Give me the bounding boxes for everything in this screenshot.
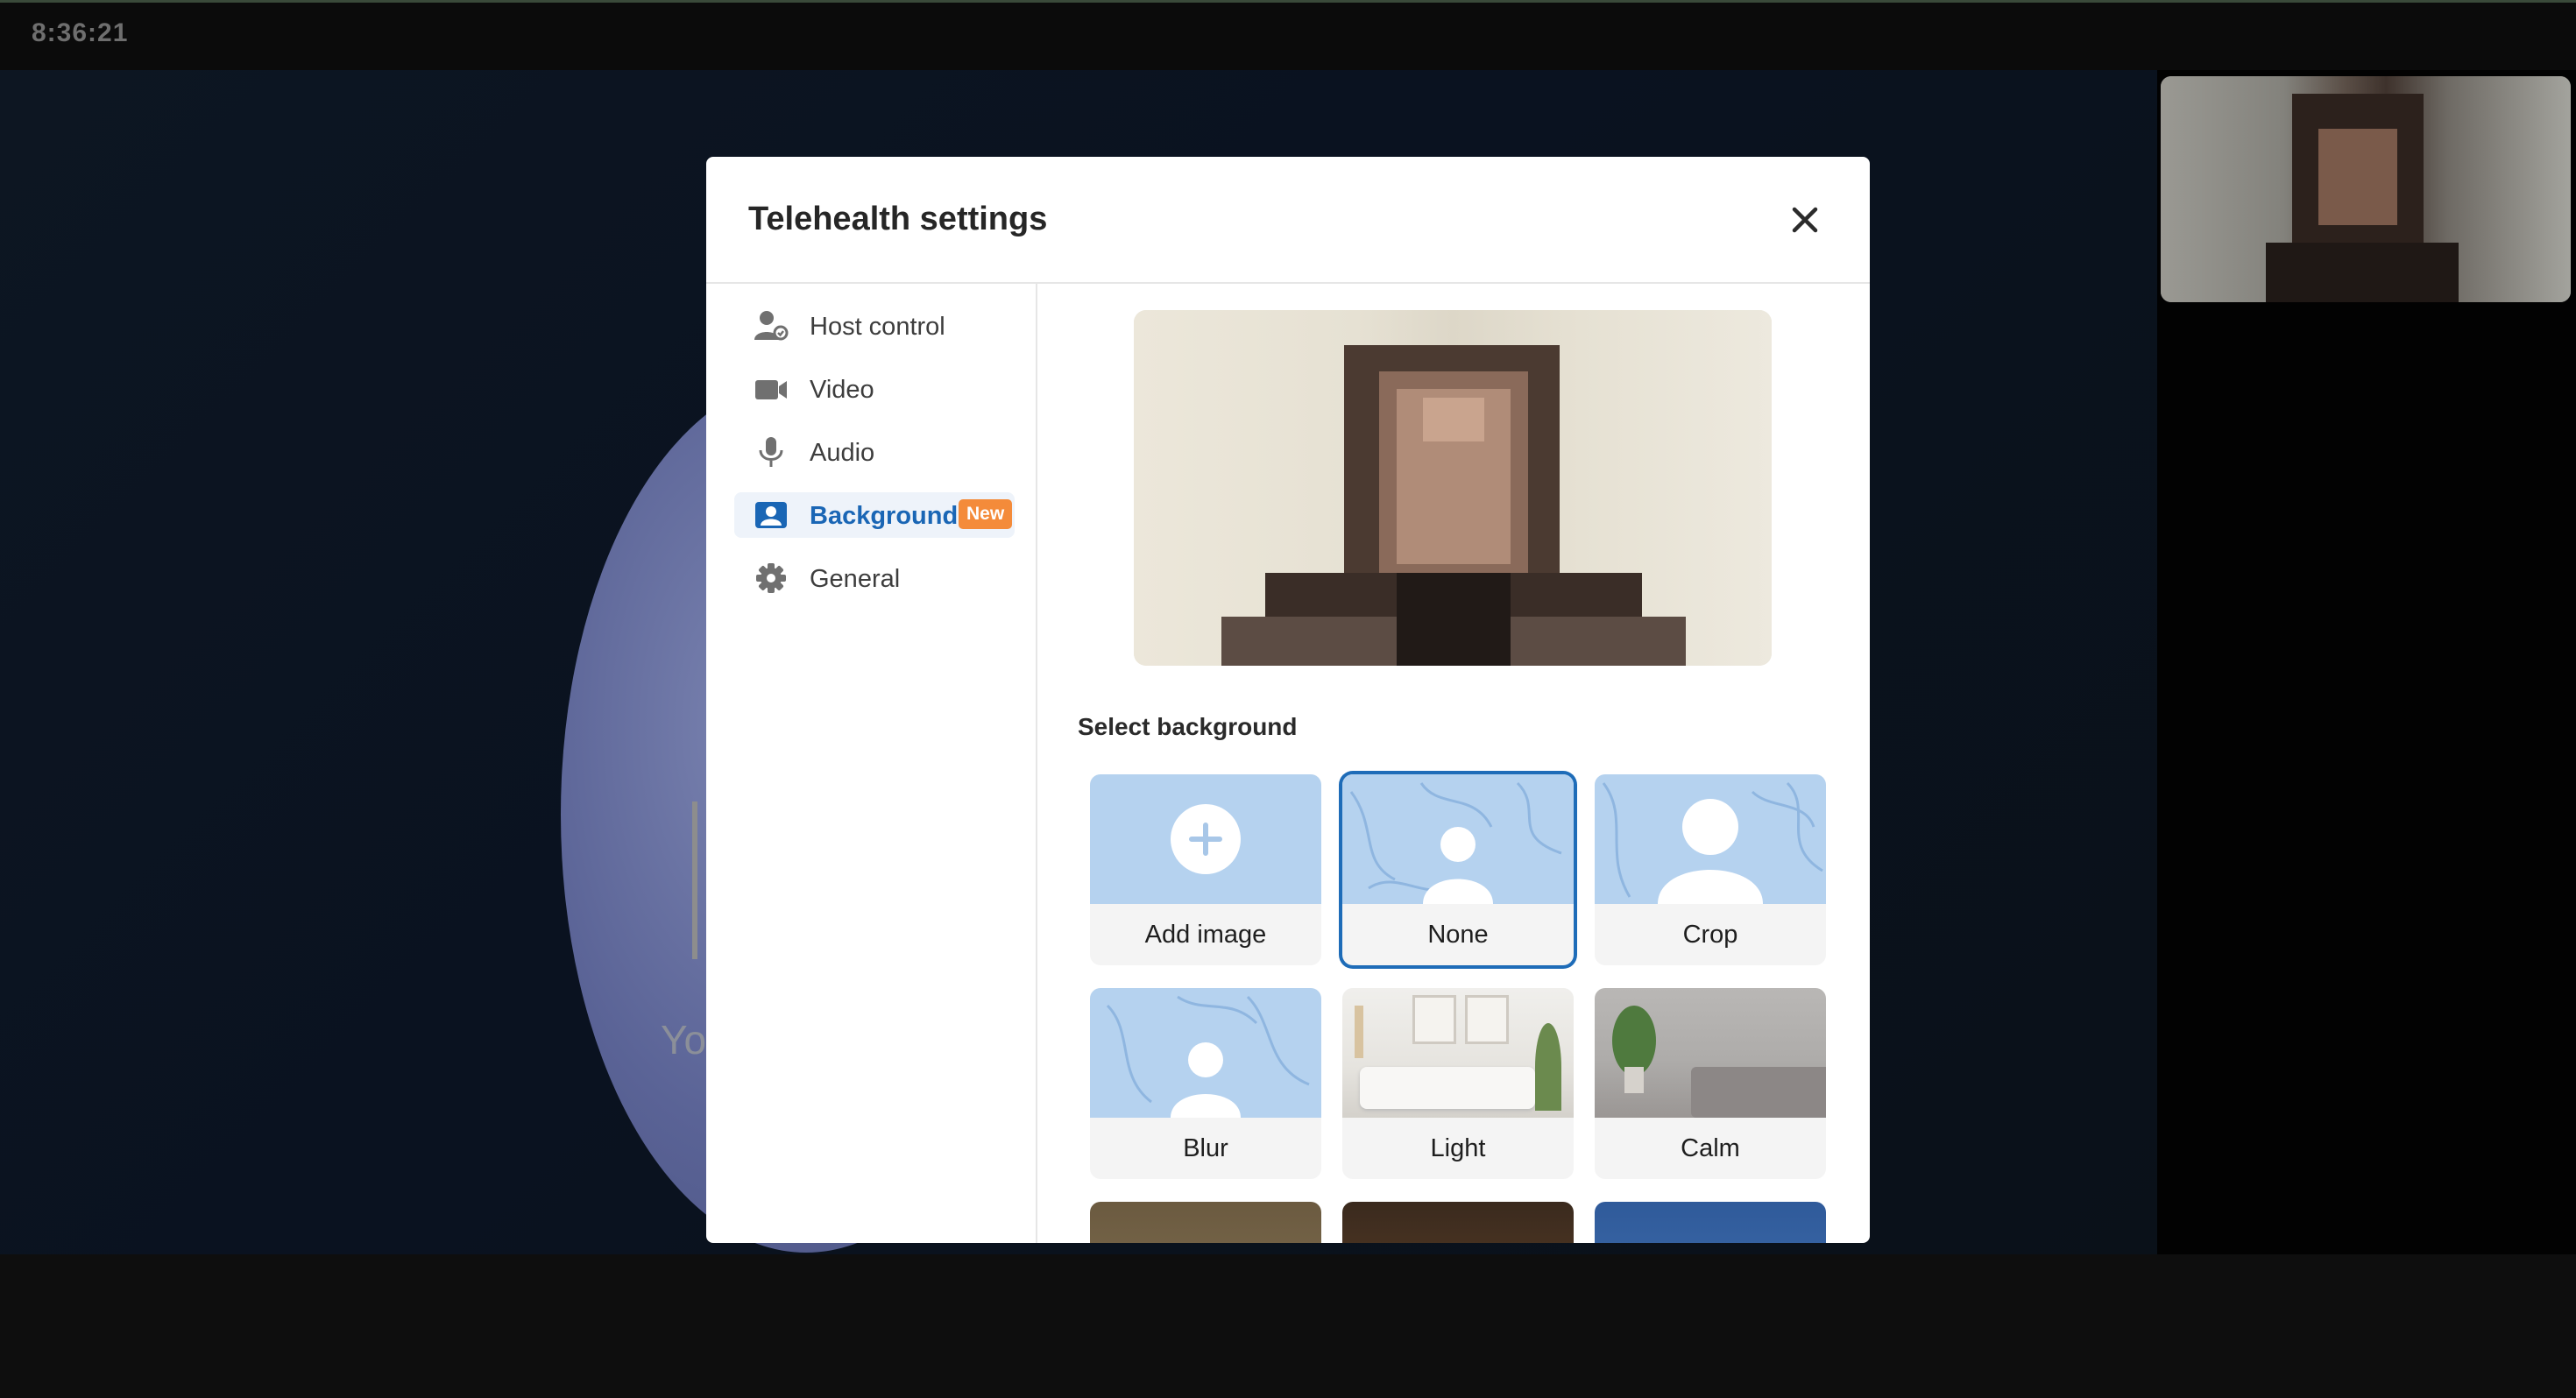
sidebar-item-label: Video <box>810 376 874 404</box>
sidebar-item-label: Audio <box>810 439 875 467</box>
sidebar-item-label: General <box>810 565 901 593</box>
background-option-garden[interactable] <box>1090 1202 1321 1243</box>
living-room-image <box>1342 988 1574 1118</box>
background-portrait-icon <box>755 502 787 528</box>
microphone-icon <box>759 437 783 467</box>
sidebar-item-label: Host control <box>810 313 945 341</box>
tile-thumbnail <box>1090 774 1321 904</box>
tile-label: Calm <box>1681 1134 1740 1162</box>
sidebar-item-general[interactable]: General <box>734 555 1015 601</box>
select-background-label: Select background <box>1078 713 1298 740</box>
sidebar-item-label: Background <box>810 502 959 530</box>
tile-label: Light <box>1430 1134 1486 1162</box>
dialog-header: Telehealth settings <box>706 157 1870 284</box>
new-badge: New <box>959 499 1013 529</box>
tile-thumbnail <box>1342 774 1574 904</box>
background-option-blur[interactable]: Blur <box>1090 988 1321 1179</box>
tile-label: Add image <box>1144 921 1267 949</box>
top-status-bar: 8:36:21 <box>0 0 2576 70</box>
tile-label: Blur <box>1183 1134 1228 1162</box>
background-option-none[interactable]: None <box>1342 774 1574 965</box>
camera-preview <box>1134 310 1772 666</box>
close-icon[interactable] <box>1780 195 1829 244</box>
dialog-title: Telehealth settings <box>748 201 1048 237</box>
background-option-light[interactable]: Light <box>1342 988 1574 1179</box>
settings-sidebar: Host control Video Audio Background New … <box>706 284 1037 1243</box>
tile-thumbnail <box>1595 774 1826 904</box>
background-option-crop[interactable]: Crop <box>1595 774 1826 965</box>
telehealth-settings-dialog: Telehealth settings Host control Video A… <box>706 157 1870 1243</box>
background-option-sky[interactable] <box>1595 1202 1826 1243</box>
tile-label: None <box>1427 921 1489 949</box>
person-icon <box>1602 781 1823 904</box>
background-option-library[interactable] <box>1342 1202 1574 1243</box>
host-control-icon <box>754 311 789 341</box>
plus-circle-icon <box>1171 804 1241 874</box>
call-clock: 8:36:21 <box>32 18 129 47</box>
stage-partial-text: Yo <box>661 1017 707 1063</box>
sidebar-item-background[interactable]: Background New <box>734 492 1015 538</box>
video-camera-icon <box>755 380 787 399</box>
illustration-bar <box>692 801 697 959</box>
bottom-control-bar <box>0 1254 2576 1398</box>
sofa-room-image <box>1595 988 1826 1118</box>
self-view-video[interactable] <box>2161 76 2571 302</box>
background-option-add-image[interactable]: Add image <box>1090 774 1321 965</box>
person-icon <box>1106 995 1310 1118</box>
background-settings-panel: Select background Add image None Crop Bl… <box>1037 284 1870 1243</box>
background-option-calm[interactable]: Calm <box>1595 988 1826 1179</box>
tile-thumbnail <box>1090 988 1321 1118</box>
person-icon <box>1349 781 1562 904</box>
sidebar-item-audio[interactable]: Audio <box>734 429 1015 475</box>
tile-label: Crop <box>1682 921 1738 949</box>
sidebar-item-host-control[interactable]: Host control <box>734 303 1015 349</box>
gear-icon <box>756 563 786 593</box>
sidebar-item-video[interactable]: Video <box>734 366 1015 412</box>
